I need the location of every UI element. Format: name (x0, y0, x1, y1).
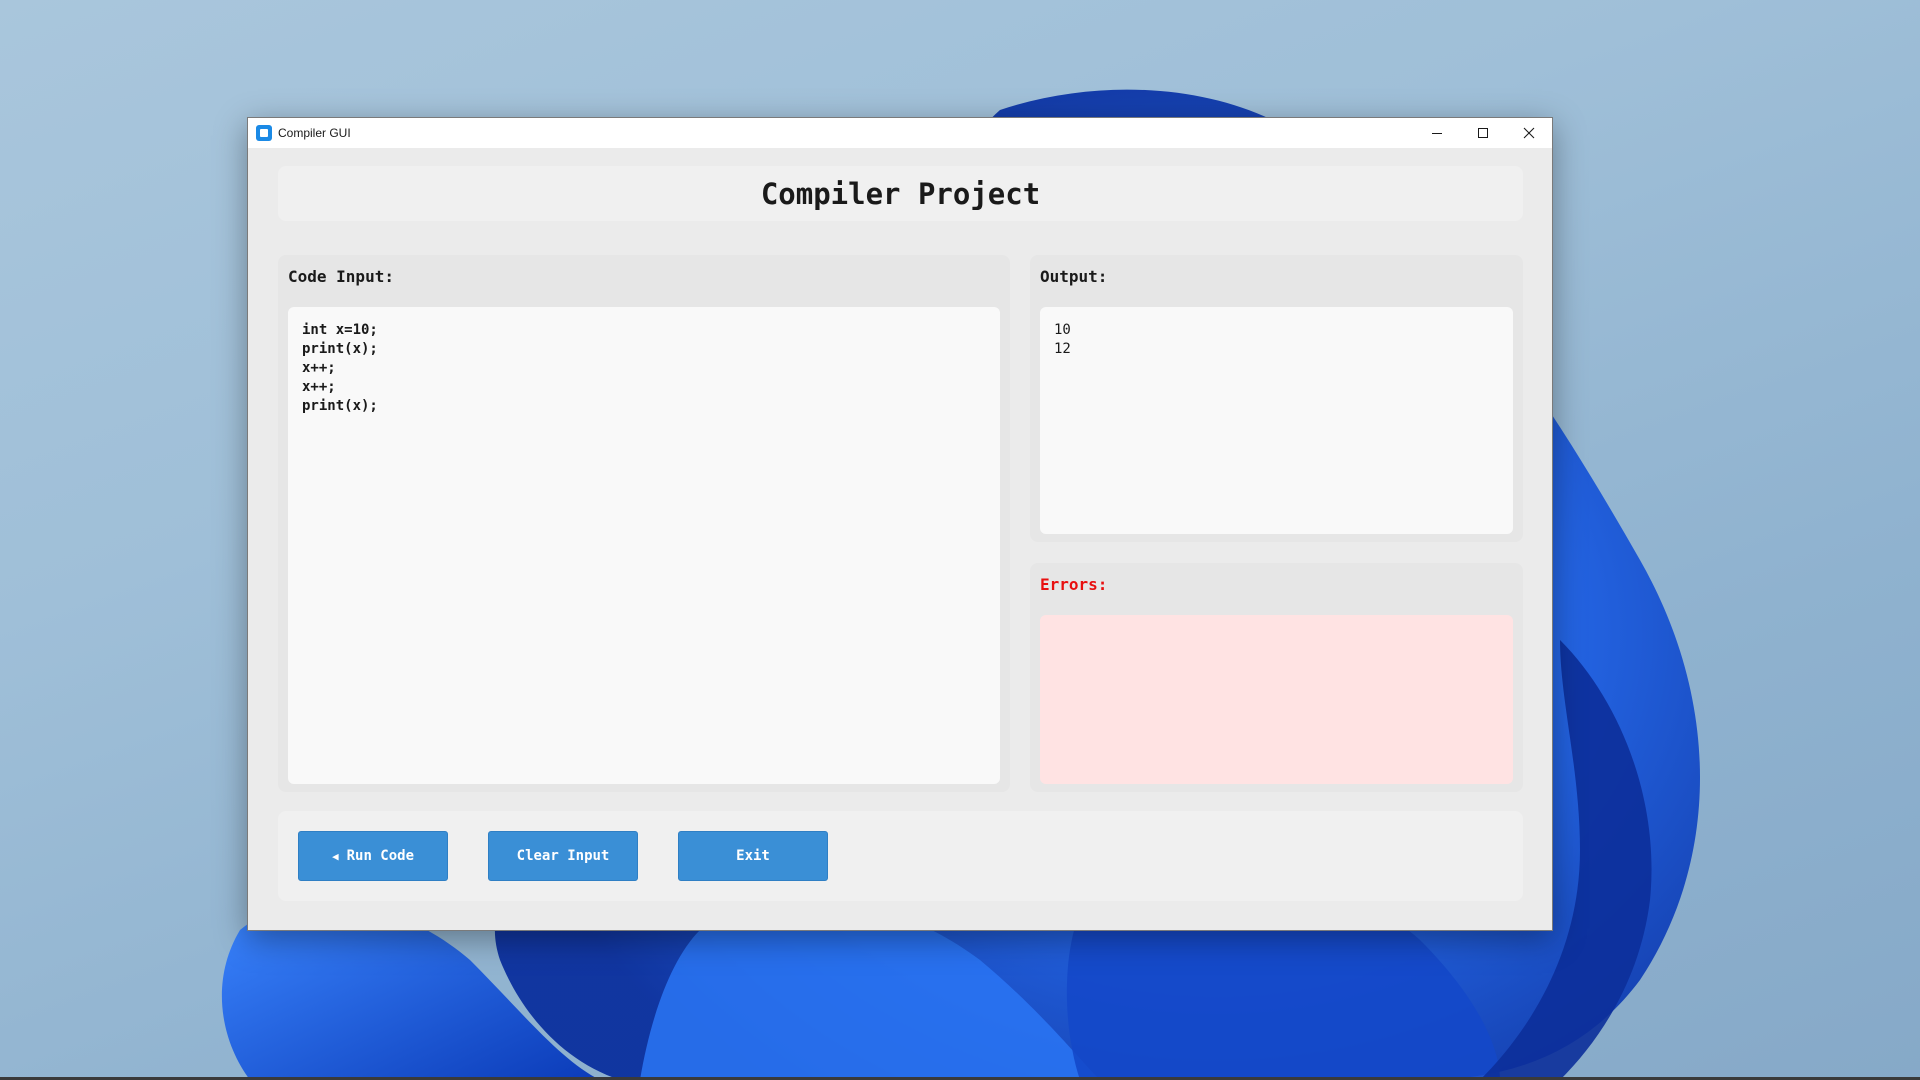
code-input-panel: Code Input: int x=10; print(x); x++; x++… (278, 255, 1010, 792)
exit-label: Exit (736, 848, 770, 864)
title-bar[interactable]: Compiler GUI (248, 118, 1552, 148)
page-title: Compiler Project (760, 176, 1041, 211)
app-icon (256, 125, 272, 141)
exit-button[interactable]: Exit (678, 831, 828, 881)
clear-input-label: Clear Input (516, 848, 610, 864)
errors-panel: Errors: (1030, 563, 1523, 792)
window-title: Compiler GUI (278, 126, 351, 140)
button-bar: ◀ Run Code Clear Input Exit (278, 811, 1523, 901)
maximize-button[interactable] (1460, 118, 1506, 148)
output-label: Output: (1040, 267, 1108, 286)
close-button[interactable] (1506, 118, 1552, 148)
errors-label: Errors: (1040, 575, 1108, 594)
window-content: Compiler Project Code Input: int x=10; p… (248, 148, 1552, 930)
window-controls (1414, 118, 1552, 148)
minimize-icon (1432, 133, 1442, 134)
clear-input-button[interactable]: Clear Input (488, 831, 638, 881)
output-panel: Output: 10 12 (1030, 255, 1523, 542)
compiler-window: Compiler GUI Compiler Project Code Input… (247, 117, 1553, 931)
play-icon: ◀ (331, 849, 339, 863)
code-input-label: Code Input: (288, 267, 394, 286)
header-panel: Compiler Project (278, 166, 1523, 221)
maximize-icon (1478, 128, 1488, 138)
close-icon (1523, 127, 1535, 139)
output-textarea[interactable]: 10 12 (1040, 307, 1513, 534)
minimize-button[interactable] (1414, 118, 1460, 148)
errors-textarea[interactable] (1040, 615, 1513, 784)
run-code-button[interactable]: ◀ Run Code (298, 831, 448, 881)
run-code-label: Run Code (346, 848, 415, 864)
code-input-textarea[interactable]: int x=10; print(x); x++; x++; print(x); (288, 307, 1000, 784)
